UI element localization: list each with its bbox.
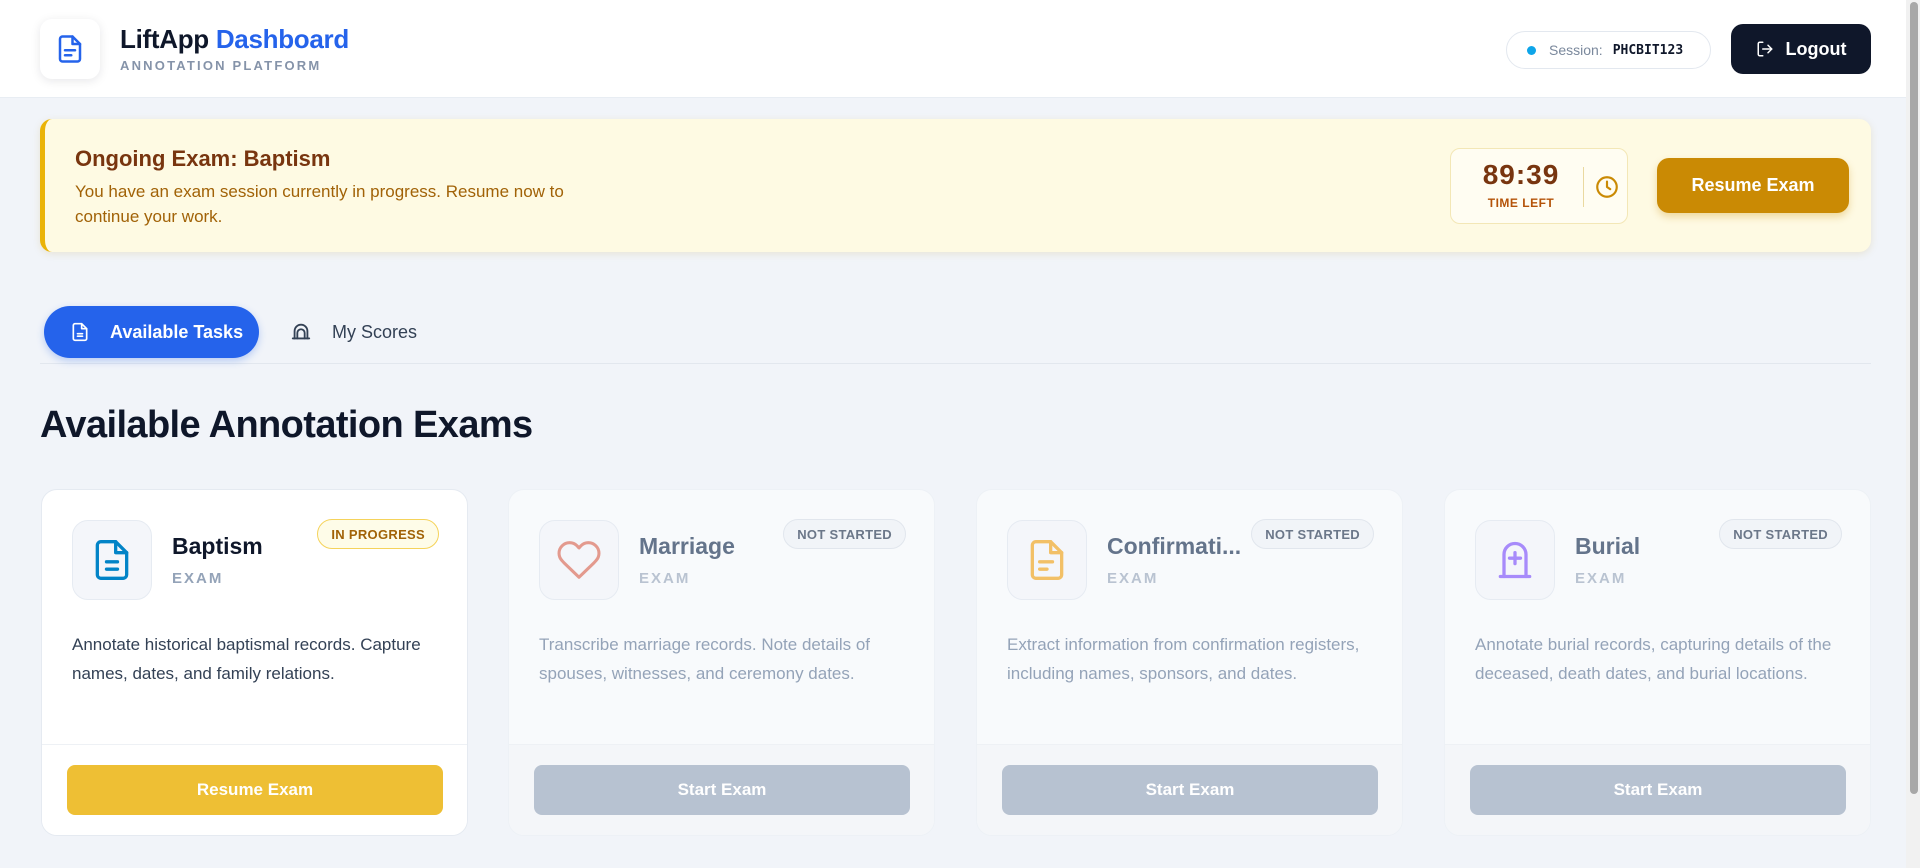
status-badge: IN PROGRESS bbox=[317, 519, 439, 549]
section-title: Available Annotation Exams bbox=[40, 404, 533, 446]
card-icon-box bbox=[539, 520, 619, 600]
card-type: EXAM bbox=[1575, 570, 1627, 587]
card-footer: Resume Exam bbox=[42, 744, 467, 835]
document-icon bbox=[58, 35, 82, 63]
tab-available-tasks[interactable]: Available Tasks bbox=[44, 306, 259, 358]
brand-title: LiftApp Dashboard bbox=[120, 24, 349, 54]
timer-value: 89:39 bbox=[1482, 159, 1560, 190]
card-title: Burial bbox=[1575, 533, 1641, 559]
session-code: PHCBIT123 bbox=[1612, 42, 1684, 58]
logout-label: Logout bbox=[1785, 38, 1847, 59]
card-title: Baptism bbox=[172, 533, 263, 559]
card-icon-box bbox=[1475, 520, 1555, 600]
document-icon bbox=[95, 540, 129, 580]
tab-label: Available Tasks bbox=[110, 321, 244, 342]
card-footer: Start Exam bbox=[1445, 744, 1870, 835]
card-icon-box bbox=[72, 520, 152, 600]
exam-card-marriage: Marriage EXAM NOT STARTED Transcribe mar… bbox=[508, 489, 935, 836]
app-logo bbox=[40, 19, 100, 79]
tab-bar: Available Tasks My Scores bbox=[40, 306, 1871, 364]
start-exam-button[interactable]: Start Exam bbox=[534, 765, 910, 815]
logout-button[interactable]: Logout bbox=[1731, 24, 1871, 74]
start-exam-button[interactable]: Start Exam bbox=[1470, 765, 1846, 815]
resume-exam-button[interactable]: Resume Exam bbox=[67, 765, 443, 815]
status-badge: NOT STARTED bbox=[783, 519, 906, 549]
ongoing-exam-banner: Ongoing Exam: Baptism You have an exam s… bbox=[40, 119, 1871, 252]
banner-resume-button[interactable]: Resume Exam bbox=[1657, 158, 1849, 213]
timer-label: TIME LEFT bbox=[1487, 196, 1555, 210]
banner-description: You have an exam session currently in pr… bbox=[75, 182, 564, 226]
brand-subtitle: ANNOTATION PLATFORM bbox=[120, 58, 322, 73]
timer-divider bbox=[1583, 167, 1584, 207]
start-exam-button[interactable]: Start Exam bbox=[1002, 765, 1378, 815]
card-footer: Start Exam bbox=[509, 744, 934, 835]
exam-card-confirmation: Confirmati... EXAM NOT STARTED Extract i… bbox=[976, 489, 1403, 836]
status-badge: NOT STARTED bbox=[1251, 519, 1374, 549]
scrollbar-thumb[interactable] bbox=[1910, 2, 1918, 794]
card-type: EXAM bbox=[172, 570, 224, 587]
card-description: Annotate historical baptismal records. C… bbox=[72, 635, 421, 683]
tab-my-scores[interactable]: My Scores bbox=[290, 306, 417, 358]
tab-label: My Scores bbox=[332, 321, 418, 342]
card-title: Marriage bbox=[639, 533, 735, 559]
session-label: Session: bbox=[1549, 42, 1603, 58]
status-dot bbox=[1527, 45, 1536, 55]
exam-timer: 89:39 TIME LEFT bbox=[1450, 148, 1628, 224]
clock-icon bbox=[1596, 176, 1618, 198]
card-icon-box bbox=[1007, 520, 1087, 600]
card-description: Transcribe marriage records. Note detail… bbox=[539, 635, 871, 683]
card-description: Annotate burial records, capturing detai… bbox=[1475, 635, 1832, 683]
banner-title: Ongoing Exam: Baptism bbox=[75, 146, 331, 171]
file-text-icon bbox=[1030, 540, 1064, 580]
card-description: Extract information from confirmation re… bbox=[1007, 635, 1360, 683]
trophy-icon bbox=[291, 323, 311, 340]
card-title: Confirmati... bbox=[1107, 533, 1242, 559]
card-type: EXAM bbox=[1107, 570, 1159, 587]
logout-icon bbox=[1757, 41, 1772, 57]
app-header: LiftApp Dashboard ANNOTATION PLATFORM Se… bbox=[0, 0, 1906, 98]
brand: LiftApp Dashboard ANNOTATION PLATFORM bbox=[120, 24, 349, 73]
card-footer: Start Exam bbox=[977, 744, 1402, 835]
status-badge: NOT STARTED bbox=[1719, 519, 1842, 549]
brand-title-accent: Dashboard bbox=[215, 24, 349, 54]
exam-card-burial: Burial EXAM NOT STARTED Annotate burial … bbox=[1444, 489, 1871, 836]
tombstone-icon bbox=[1498, 541, 1532, 579]
exam-card-baptism: Baptism EXAM IN PROGRESS Annotate histor… bbox=[41, 489, 468, 836]
document-icon bbox=[72, 322, 88, 342]
heart-icon bbox=[557, 541, 601, 579]
card-type: EXAM bbox=[639, 570, 691, 587]
session-indicator: Session: PHCBIT123 bbox=[1506, 31, 1711, 69]
